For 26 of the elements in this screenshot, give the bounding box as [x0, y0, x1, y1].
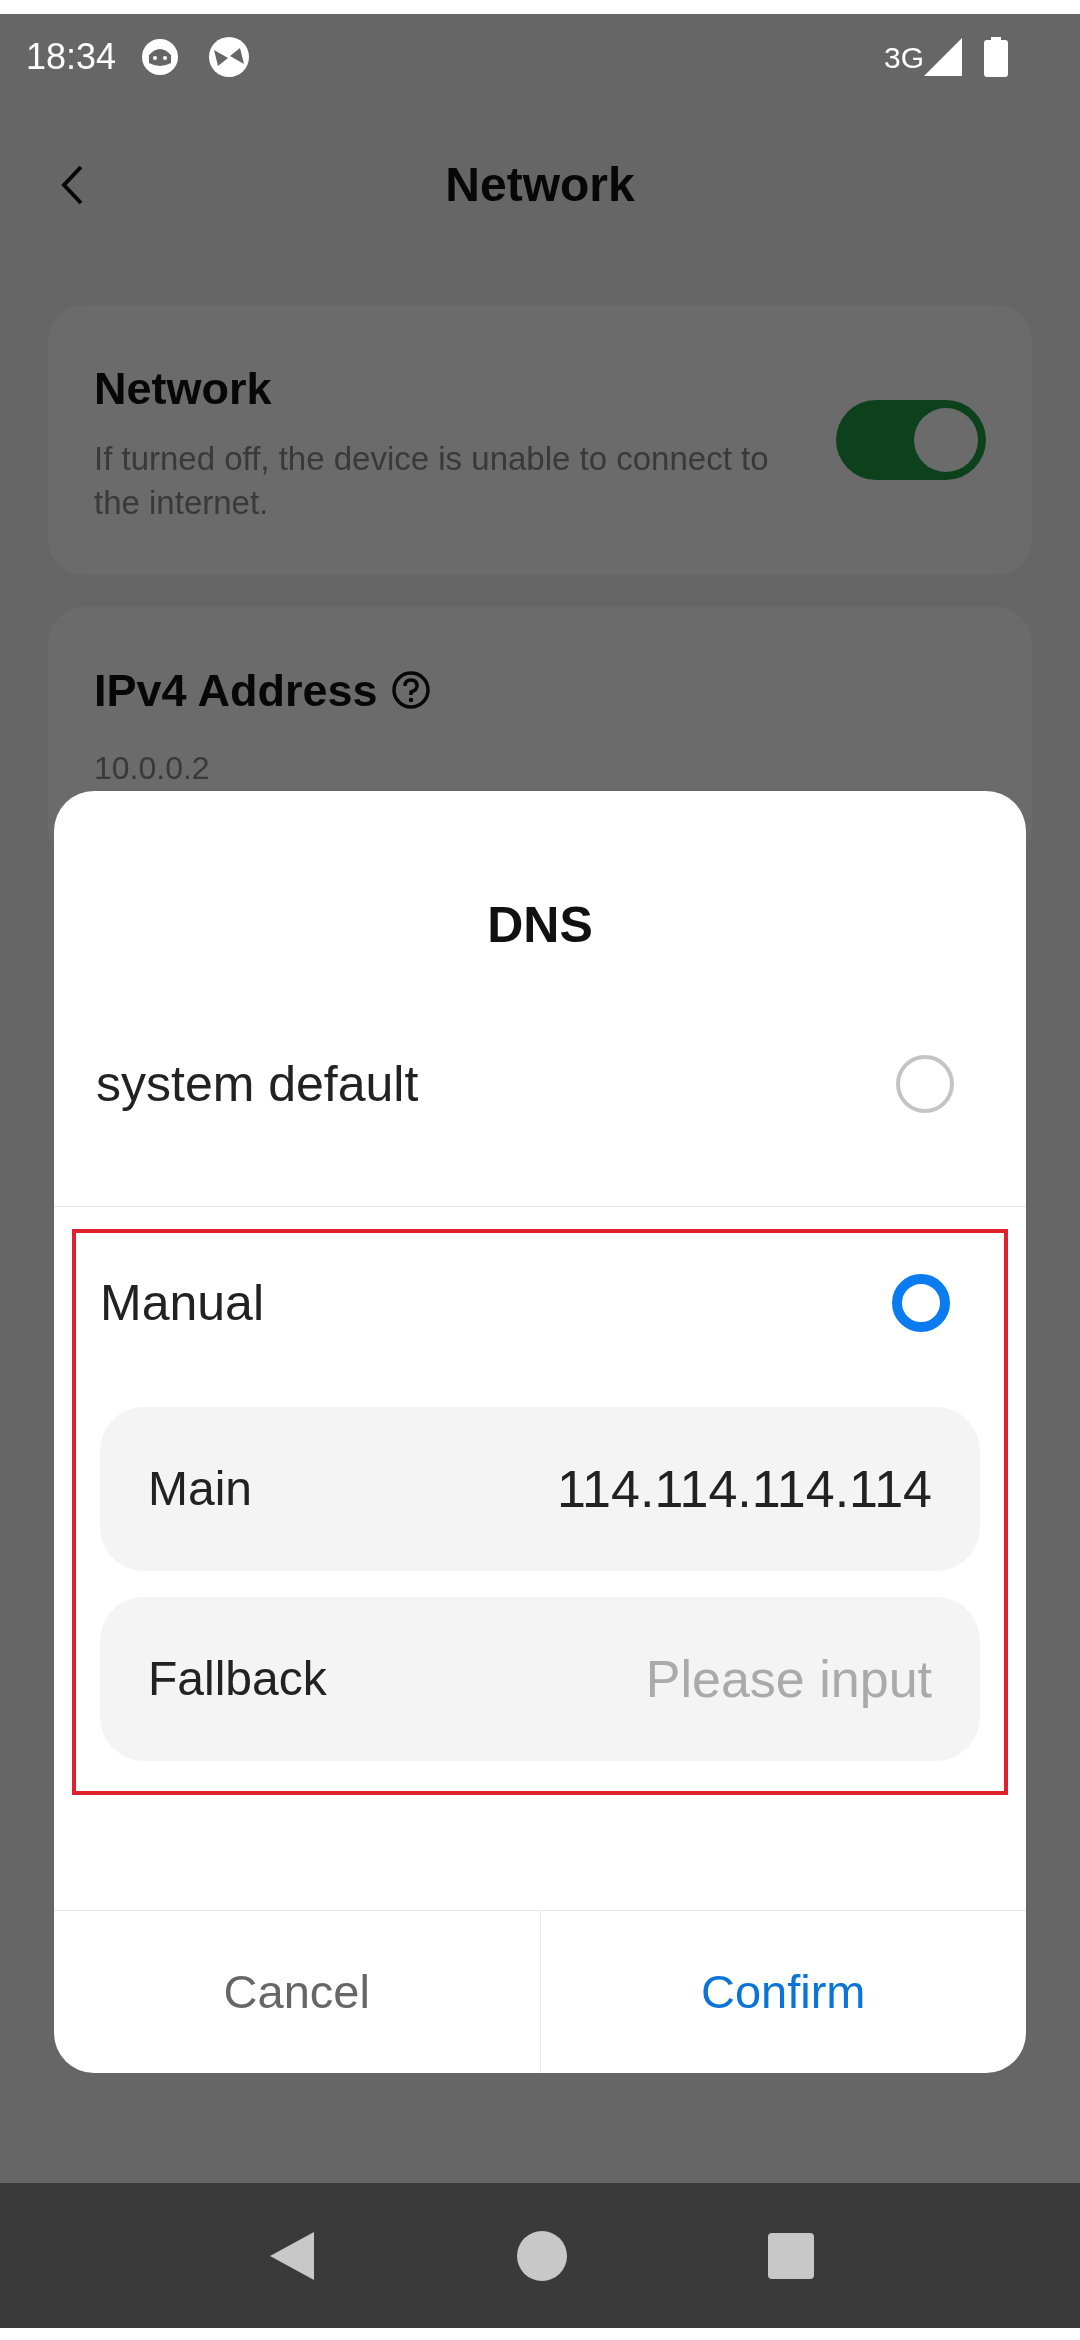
option-label[interactable]: system default [96, 1046, 419, 1122]
signal-icon [924, 38, 962, 76]
recents-nav-icon[interactable] [768, 2232, 814, 2279]
dialog-title: DNS [487, 896, 593, 954]
dns-field[interactable]: Fallback Please input [100, 1597, 980, 1761]
option-label[interactable]: Manual [100, 1265, 264, 1341]
dns-input[interactable]: Please input [326, 1640, 932, 1718]
dialog-button[interactable]: Confirm [539, 1911, 1026, 2073]
setting-title: IPv4 Address [94, 663, 378, 718]
radio-button[interactable] [896, 1055, 954, 1113]
network-type: 3G [883, 39, 924, 76]
dns-input[interactable]: 114.114.114.114 [252, 1450, 932, 1528]
clock: 18:34 [26, 35, 117, 79]
option-row[interactable]: system default [54, 994, 1026, 1207]
battery-icon [984, 37, 1008, 77]
field-label: Fallback [148, 1651, 327, 1707]
page-title: Network [445, 157, 635, 213]
field-label: Main [148, 1461, 253, 1517]
home-nav-icon[interactable] [516, 2229, 568, 2282]
radio-button[interactable] [892, 1274, 950, 1332]
back-icon[interactable] [60, 164, 84, 206]
cat-face-icon [140, 37, 181, 77]
help-icon[interactable] [391, 670, 432, 711]
dns-field[interactable]: Main 114.114.114.114 [100, 1407, 980, 1571]
dialog-button[interactable]: Cancel [54, 1911, 540, 2073]
setting-title: Network [94, 362, 273, 416]
